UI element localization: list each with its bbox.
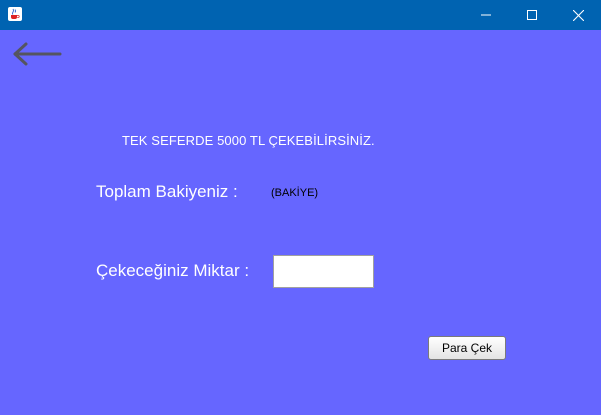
close-icon [572, 9, 584, 21]
window-titlebar[interactable] [0, 0, 601, 30]
main-panel: TEK SEFERDE 5000 TL ÇEKEBİLİRSİNİZ. Topl… [0, 30, 601, 415]
maximize-icon [527, 10, 537, 20]
balance-label: Toplam Bakiyeniz : [96, 182, 238, 201]
minimize-icon [481, 14, 491, 16]
withdrawal-limit-info: TEK SEFERDE 5000 TL ÇEKEBİLİRSİNİZ. [122, 133, 375, 148]
close-button[interactable] [555, 0, 601, 30]
balance-value: (BAKİYE) [271, 187, 319, 199]
amount-label: Çekeceğiniz Miktar : [96, 261, 250, 280]
withdraw-button[interactable]: Para Çek [428, 336, 506, 360]
java-cup-icon [8, 7, 22, 21]
back-button[interactable] [12, 41, 62, 67]
maximize-button[interactable] [509, 0, 555, 30]
minimize-button[interactable] [463, 0, 509, 30]
amount-input[interactable] [273, 255, 374, 288]
back-arrow-icon [13, 42, 62, 66]
